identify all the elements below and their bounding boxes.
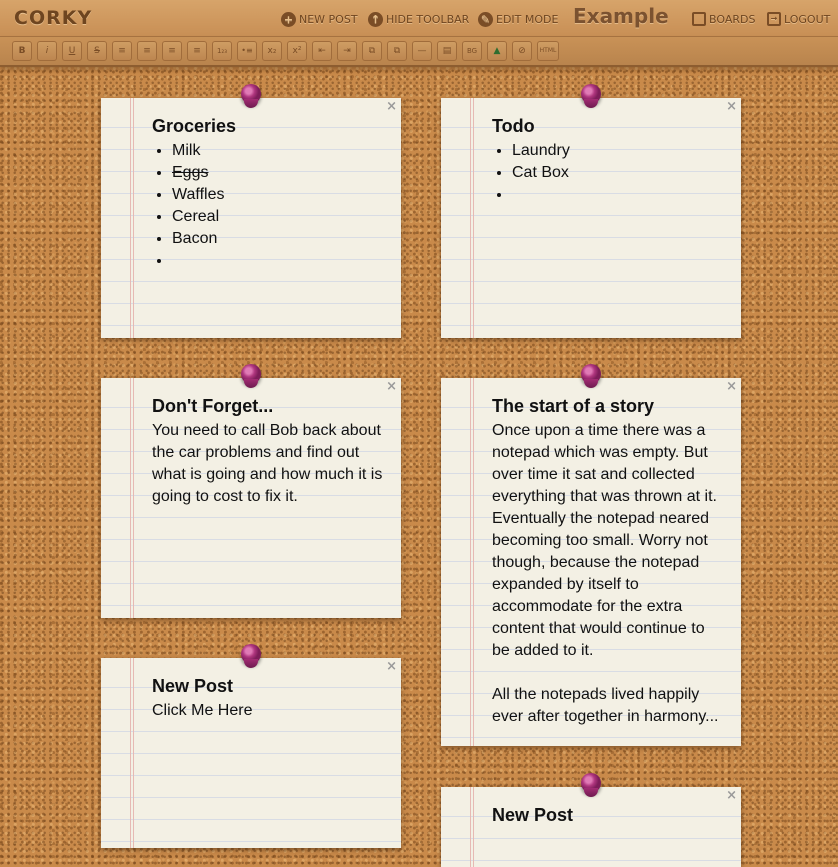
close-icon[interactable]: ×: [386, 659, 397, 674]
push-pin-icon: [581, 773, 601, 797]
list-item: Cereal: [172, 206, 384, 228]
paste-icon[interactable]: ⧉: [387, 41, 407, 61]
list-item: Milk: [172, 140, 384, 162]
superscript-icon[interactable]: x²: [287, 41, 307, 61]
board-title: Example: [573, 4, 669, 28]
close-icon[interactable]: ×: [726, 379, 737, 394]
align-right-icon[interactable]: ≡: [162, 41, 182, 61]
note-todo[interactable]: × Todo Laundry Cat Box: [441, 84, 741, 338]
note-text: You need to call Bob back about the car …: [152, 422, 383, 505]
note-new-post-left[interactable]: × New Post Click Me Here: [101, 644, 401, 848]
note-body[interactable]: Milk Eggs Waffles Cereal Bacon: [152, 140, 384, 272]
list-item: Waffles: [172, 184, 384, 206]
top-bar: CORKY + NEW POST ↑ HIDE TOOLBAR ✎ EDIT M…: [0, 0, 838, 37]
edit-mode-label: EDIT MODE: [496, 12, 559, 26]
push-pin-icon: [241, 364, 261, 388]
list-item: Cat Box: [512, 162, 724, 184]
underline-icon[interactable]: U: [62, 41, 82, 61]
outdent-icon[interactable]: ⇤: [312, 41, 332, 61]
ordered-list-icon[interactable]: 1₂₃: [212, 41, 232, 61]
unordered-list-icon[interactable]: •≡: [237, 41, 257, 61]
note-text: Click Me Here: [152, 702, 253, 719]
note-body[interactable]: Click Me Here: [152, 700, 384, 722]
italic-icon[interactable]: i: [37, 41, 57, 61]
list-item: Eggs: [172, 162, 384, 184]
note-groceries[interactable]: × Groceries Milk Eggs Waffles Cereal Bac…: [101, 84, 401, 338]
list-item: Bacon: [172, 228, 384, 250]
clear-format-icon[interactable]: ⊘: [512, 41, 532, 61]
close-icon[interactable]: ×: [386, 99, 397, 114]
background-color-icon[interactable]: BG: [462, 41, 482, 61]
format-toolbar: B i U S ≡ ≡ ≡ ≡ 1₂₃ •≡ x₂ x² ⇤ ⇥ ⧉ ⧉ — ▤…: [0, 37, 838, 67]
copy-icon[interactable]: ⧉: [362, 41, 382, 61]
note-title[interactable]: Todo: [492, 116, 535, 137]
push-pin-icon: [241, 644, 261, 668]
list-item: [172, 250, 384, 272]
close-icon[interactable]: ×: [726, 99, 737, 114]
justify-icon[interactable]: ≡: [187, 41, 207, 61]
indent-icon[interactable]: ⇥: [337, 41, 357, 61]
list-item: [512, 184, 724, 206]
bold-icon[interactable]: B: [12, 41, 32, 61]
new-post-button[interactable]: + NEW POST: [281, 10, 358, 28]
new-post-label: NEW POST: [299, 12, 358, 26]
note-body[interactable]: Laundry Cat Box: [492, 140, 724, 206]
note-title[interactable]: New Post: [152, 676, 233, 697]
html-icon[interactable]: HTML: [537, 41, 559, 61]
text-color-icon[interactable]: ▤: [437, 41, 457, 61]
edit-mode-button[interactable]: ✎ EDIT MODE: [478, 10, 558, 28]
note-dont-forget[interactable]: × Don't Forget... You need to call Bob b…: [101, 364, 401, 618]
horizontal-rule-icon[interactable]: —: [412, 41, 432, 61]
note-body[interactable]: You need to call Bob back about the car …: [152, 420, 384, 508]
note-story[interactable]: × The start of a story Once upon a time …: [441, 364, 741, 746]
close-icon[interactable]: ×: [726, 788, 737, 803]
boards-label: BOARDS: [709, 12, 756, 26]
app-logo[interactable]: CORKY: [14, 7, 92, 29]
note-paragraph: Once upon a time there was a notepad whi…: [492, 422, 717, 659]
push-pin-icon: [581, 84, 601, 108]
note-body[interactable]: Once upon a time there was a notepad whi…: [492, 420, 724, 728]
note-title[interactable]: Don't Forget...: [152, 396, 273, 417]
note-new-post-right[interactable]: × New Post: [441, 773, 741, 867]
strikethrough-icon[interactable]: S: [87, 41, 107, 61]
push-pin-icon: [581, 364, 601, 388]
hide-toolbar-label: HIDE TOOLBAR: [386, 12, 470, 26]
note-paragraph: All the notepads lived happily ever afte…: [492, 686, 719, 725]
plus-circle-icon: +: [281, 11, 296, 27]
pencil-circle-icon: ✎: [478, 11, 493, 27]
align-left-icon[interactable]: ≡: [112, 41, 132, 61]
align-center-icon[interactable]: ≡: [137, 41, 157, 61]
image-icon[interactable]: ▲: [487, 41, 507, 61]
hide-toolbar-button[interactable]: ↑ HIDE TOOLBAR: [368, 10, 469, 28]
logout-icon: →: [767, 12, 781, 26]
note-title[interactable]: The start of a story: [492, 396, 654, 417]
subscript-icon[interactable]: x₂: [262, 41, 282, 61]
note-title[interactable]: New Post: [492, 805, 573, 826]
boards-button[interactable]: BOARDS: [692, 10, 755, 28]
list-item: Laundry: [512, 140, 724, 162]
boards-icon: [692, 12, 706, 26]
arrow-up-circle-icon: ↑: [368, 11, 383, 27]
logout-label: LOGOUT: [784, 12, 831, 26]
logout-button[interactable]: → LOGOUT: [767, 10, 830, 28]
note-title[interactable]: Groceries: [152, 116, 236, 137]
close-icon[interactable]: ×: [386, 379, 397, 394]
push-pin-icon: [241, 84, 261, 108]
